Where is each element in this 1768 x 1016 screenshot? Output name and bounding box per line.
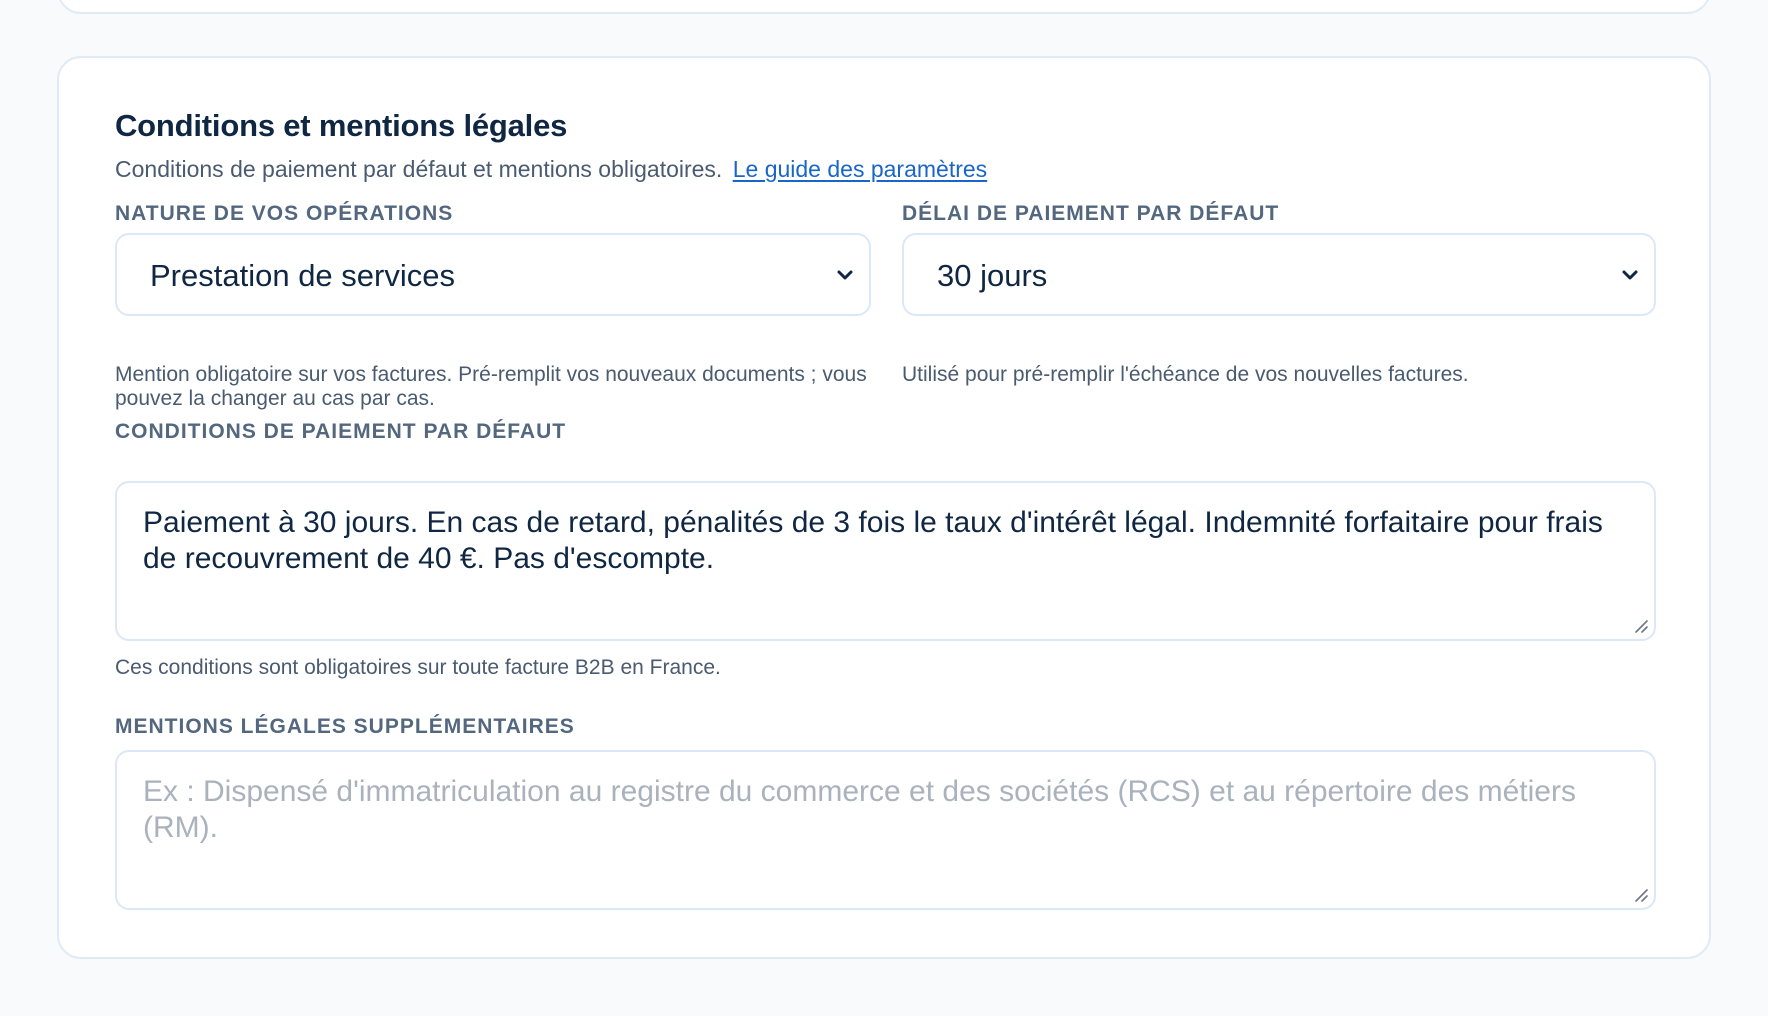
mentions-legales-textarea[interactable]: Ex : Dispensé d'immatriculation au regis… [115,750,1656,910]
delai-paiement-label: DÉLAI DE PAIEMENT PAR DÉFAUT [902,202,1280,225]
chevron-down-icon [1622,270,1638,280]
nature-operations-hint: Mention obligatoire sur vos factures. Pr… [115,363,867,410]
section-subtitle: Conditions de paiement par défaut et men… [115,156,987,183]
delai-paiement-select[interactable]: 30 jours [902,233,1656,316]
nature-operations-label: NATURE DE VOS OPÉRATIONS [115,202,454,225]
nature-operations-select[interactable]: Prestation de services [115,233,871,316]
nature-operations-value: Prestation de services [150,258,455,293]
conditions-paiement-hint: Ces conditions sont obligatoires sur tou… [115,656,721,679]
mentions-legales-placeholder: Ex : Dispensé d'immatriculation au regis… [143,775,1576,844]
legal-conditions-card: Conditions et mentions légales Condition… [57,56,1711,959]
resize-handle-icon[interactable] [1632,886,1648,902]
section-title: Conditions et mentions légales [115,108,568,143]
delai-paiement-value: 30 jours [937,258,1048,293]
conditions-paiement-textarea[interactable]: Paiement à 30 jours. En cas de retard, p… [115,481,1656,641]
delai-paiement-hint: Utilisé pour pré-remplir l'échéance de v… [902,363,1469,386]
conditions-paiement-value: Paiement à 30 jours. En cas de retard, p… [143,506,1603,575]
previous-section-card [57,0,1711,14]
chevron-down-icon [837,270,853,280]
mentions-legales-label: MENTIONS LÉGALES SUPPLÉMENTAIRES [115,715,575,738]
settings-guide-link[interactable]: Le guide des paramètres [733,156,987,182]
conditions-paiement-label: CONDITIONS DE PAIEMENT PAR DÉFAUT [115,420,567,443]
resize-handle-icon[interactable] [1632,617,1648,633]
section-subtitle-text: Conditions de paiement par défaut et men… [115,156,723,182]
